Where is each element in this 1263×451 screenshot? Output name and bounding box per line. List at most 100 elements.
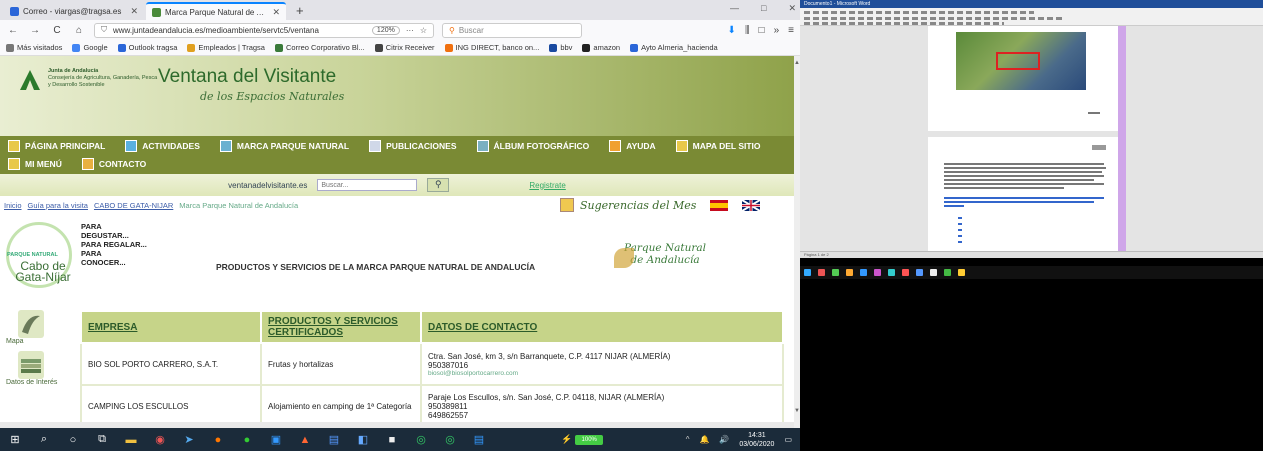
chrome-icon[interactable]: ● [240,433,254,447]
tab-marca-parque[interactable]: Marca Parque Natural de Andalucía ✕ [146,2,286,20]
bookmark-bbv[interactable]: bbv [549,43,572,52]
para-link[interactable]: PARA [81,222,147,231]
app-icon[interactable] [888,269,895,276]
app-icon[interactable] [874,269,881,276]
app-icon[interactable]: ◎ [414,433,428,447]
para-link-conocer[interactable]: CONOCER... [81,258,147,267]
spain-flag-icon[interactable] [710,199,729,211]
maximize-button[interactable]: □ [761,3,766,14]
bookmark-google[interactable]: Google [72,43,108,52]
more-icon[interactable]: ··· [406,26,414,35]
start-icon[interactable]: ⊞ [8,433,22,447]
para-links: PARA DEGUSTAR... PARA REGALAR... PARA CO… [81,222,147,267]
firefox-icon[interactable]: ● [211,433,225,447]
app-icon[interactable]: ■ [385,433,399,447]
register-link[interactable]: Registrate [529,181,565,190]
link-line[interactable] [944,197,1104,199]
uk-flag-icon[interactable] [742,199,761,211]
menu-icon[interactable]: ≡ [788,25,794,36]
volume-icon[interactable]: 🔊 [719,435,729,444]
bookmark-correo[interactable]: Correo Corporativo Bl... [274,43,365,52]
bookmark-ayto[interactable]: Ayto Almeria_hacienda [630,43,718,52]
notification-icon[interactable]: 🔔 [699,435,709,444]
site-title[interactable]: Ventana del Visitante [158,66,336,88]
search-button[interactable]: ⚲ [427,178,450,192]
search-bar[interactable]: ⚲ Buscar [442,22,582,38]
app-icon[interactable]: ▤ [327,433,341,447]
reload-button[interactable]: C [50,25,64,36]
app-icon[interactable] [846,269,853,276]
url-bar[interactable]: ⛉ www.juntadeandalucia.es/medioambiente/… [94,22,434,38]
contact-email[interactable]: biosol@biosolportocarrero.com [428,370,776,377]
sidebar-icon[interactable]: □ [759,25,765,36]
app-icon[interactable] [860,269,867,276]
cortana-icon[interactable]: ○ [66,433,80,447]
bookmark-mas-visitados[interactable]: Más visitados [6,43,62,52]
bookmark-amazon[interactable]: amazon [582,43,620,52]
home-button[interactable]: ⌂ [72,25,86,36]
app-icon[interactable]: ▣ [269,433,283,447]
file-explorer-icon[interactable]: ▬ [124,433,138,447]
breadcrumb-inicio[interactable]: Inicio [4,201,22,210]
app-icon[interactable]: ▲ [298,433,312,447]
zoom-level[interactable]: 120% [371,25,400,35]
para-link[interactable]: PARA [81,249,147,258]
app-icon[interactable] [958,269,965,276]
windows-icon[interactable] [804,269,811,276]
star-icon[interactable]: ☆ [420,26,427,35]
suggestions-block[interactable]: Sugerencias del Mes [560,198,761,212]
document-canvas[interactable] [800,26,1263,258]
minimize-button[interactable]: — [730,3,739,14]
app-icon[interactable] [944,269,951,276]
app-icon[interactable] [902,269,909,276]
close-tab-icon[interactable]: ✕ [272,7,280,18]
bookmark-outlook[interactable]: Outlook tragsa [117,43,177,52]
link-line[interactable] [944,201,1094,203]
word-icon[interactable]: ▤ [472,433,486,447]
bookmark-ing[interactable]: ING DIRECT, banco on... [444,43,539,52]
app-icon[interactable]: ◎ [443,433,457,447]
breadcrumb-guia[interactable]: Guía para la visita [28,201,88,210]
menu-marca-parque[interactable]: MARCA PARQUE NATURAL [219,140,349,152]
document-ribbon[interactable] [800,8,1263,26]
app-icon[interactable] [930,269,937,276]
search-icon[interactable]: ⌕ [37,433,51,447]
app-icon[interactable] [832,269,839,276]
breadcrumb-cabo[interactable]: CABO DE GATA-NIJAR [94,201,173,210]
task-view-icon[interactable]: ⧉ [95,433,109,447]
app-icon[interactable]: ➤ [182,433,196,447]
bookmark-citrix[interactable]: Citrix Receiver [374,43,435,52]
app-icon[interactable] [916,269,923,276]
para-link-regalar[interactable]: PARA REGALAR... [81,240,147,249]
menu-ayuda[interactable]: AYUDA [609,140,656,152]
clock[interactable]: 14:31 03/06/2020 [739,431,774,449]
overflow-icon[interactable]: » [774,25,780,36]
app-icon[interactable]: ◉ [153,433,167,447]
menu-contacto[interactable]: CONTACTO [81,158,146,170]
link-line[interactable] [944,205,964,207]
menu-mi-menu[interactable]: MI MENÚ [8,158,62,170]
app-icon[interactable] [818,269,825,276]
sidebar-item-mapa[interactable]: Mapa [0,310,80,345]
close-window-button[interactable]: ✕ [788,3,796,14]
battery-indicator[interactable]: ⚡ 100% [561,434,604,445]
portal-search-input[interactable] [317,179,418,191]
menu-album[interactable]: ÁLBUM FOTOGRÁFICO [476,140,589,152]
para-link-degustar[interactable]: DEGUSTAR... [81,231,147,240]
menu-pagina-principal[interactable]: PÁGINA PRINCIPAL [8,140,105,152]
tab-mail[interactable]: Correo - viargas@tragsa.es ✕ [4,2,144,20]
bookmark-empleados[interactable]: Empleados | Tragsa [187,43,265,52]
tray-expand-icon[interactable]: ^ [686,435,690,444]
menu-actividades[interactable]: ACTIVIDADES [125,140,200,152]
app-icon[interactable]: ◧ [356,433,370,447]
sidebar-item-datos[interactable]: Datos de Interés [0,351,80,386]
close-tab-icon[interactable]: ✕ [130,6,138,17]
library-icon[interactable]: ⫼ [745,25,750,36]
action-center-icon[interactable]: ▭ [784,435,792,444]
forward-button[interactable]: → [28,25,42,36]
menu-publicaciones[interactable]: PUBLICACIONES [369,140,457,152]
download-icon[interactable]: ⬇ [728,25,736,36]
menu-mapa-sitio[interactable]: MAPA DEL SITIO [675,140,761,152]
back-button[interactable]: ← [6,25,20,36]
new-tab-button[interactable]: + [288,3,312,20]
